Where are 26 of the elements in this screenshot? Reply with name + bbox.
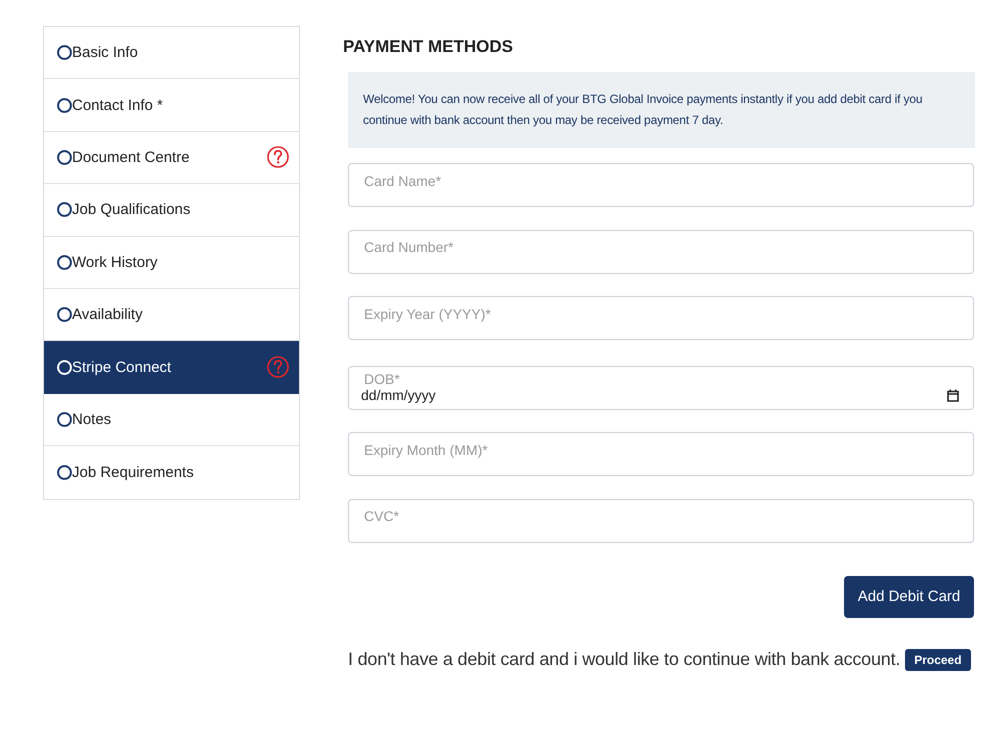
bank-account-text: I don't have a debit card and i would like to continue with bank account. xyxy=(348,649,900,670)
radio-circle-icon xyxy=(57,307,72,322)
radio-circle-icon xyxy=(57,412,72,427)
date-field[interactable]: DOB* dd/mm/yyyy xyxy=(348,366,974,410)
input-field[interactable]: CVC* xyxy=(348,498,974,542)
help-icon[interactable] xyxy=(267,356,289,378)
info-notice: Welcome! You can now receive all of your BTG Global Invoice payments instantly if you add debit card if you continue with bank account then you may be received payment 7 day. xyxy=(348,72,975,148)
proceed-button[interactable]: Proceed xyxy=(905,648,971,670)
section-title: PAYMENT METHODS xyxy=(343,37,514,57)
help-icon[interactable] xyxy=(267,146,289,168)
input-field[interactable]: Expiry Year (YYYY)* xyxy=(348,296,974,340)
input-field[interactable]: Card Name* xyxy=(348,163,974,207)
radio-circle-icon xyxy=(57,150,72,165)
calendar-icon[interactable] xyxy=(947,388,959,402)
add-debit-card-button[interactable]: Add Debit Card xyxy=(844,576,974,618)
radio-circle-icon xyxy=(57,45,72,60)
date-placeholder: dd/mm/yyyy xyxy=(361,386,437,404)
radio-circle-icon xyxy=(57,98,72,113)
radio-circle-icon xyxy=(57,464,72,480)
input-field[interactable]: Expiry Month (MM)* xyxy=(348,432,974,476)
input-field[interactable]: Card Number* xyxy=(348,230,974,274)
sidebar-item[interactable]: Stripe Connect xyxy=(44,341,299,394)
field-label: DOB* xyxy=(364,372,401,386)
radio-circle-icon xyxy=(57,254,72,270)
radio-circle-icon xyxy=(57,360,72,375)
radio-circle-icon xyxy=(57,202,72,218)
